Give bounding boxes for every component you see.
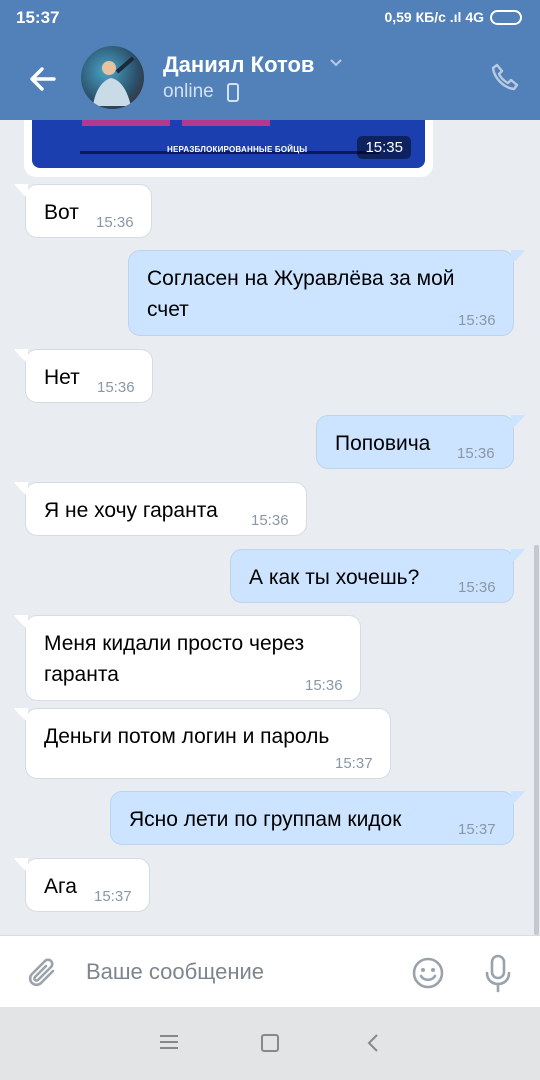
message-time: 15:36 — [96, 214, 134, 231]
home-icon[interactable] — [261, 1034, 279, 1052]
composer: Ваше сообщение — [0, 935, 540, 1007]
avatar[interactable] — [81, 46, 144, 109]
incoming-message[interactable]: Деньги потом логин и пароль 15:37 — [14, 708, 391, 779]
back-icon[interactable] — [366, 1032, 380, 1054]
outgoing-message[interactable]: А как ты хочешь? 15:36 — [230, 549, 525, 603]
message-text: Согласен на Журавлёва за мой — [147, 267, 455, 290]
thumb-tile — [82, 120, 170, 126]
incoming-message[interactable]: Ага 15:37 — [14, 858, 150, 912]
bubble-tail — [511, 791, 525, 805]
battery-icon — [490, 10, 522, 25]
message-time: 15:36 — [251, 512, 289, 529]
message-text: гаранта — [44, 663, 119, 686]
bubble-tail — [14, 349, 28, 363]
system-navbar — [0, 1007, 540, 1080]
scrollbar[interactable] — [534, 545, 539, 935]
message-text: счет — [147, 298, 189, 321]
message-text: Вот — [44, 201, 79, 224]
message-list[interactable]: НЕРАЗБЛОКИРОВАННЫЕ БОЙЦЫ 15:35 Вот 15:36 С… — [0, 120, 540, 935]
contact-status: online — [163, 81, 214, 102]
mobile-phone-icon — [227, 83, 239, 102]
bubble-tail — [511, 549, 525, 563]
microphone-icon[interactable] — [483, 954, 513, 994]
message-text: Я не хочу гаранта — [44, 499, 218, 522]
bubble-tail — [14, 858, 28, 872]
attach-icon[interactable] — [26, 954, 60, 992]
call-icon[interactable] — [490, 62, 520, 92]
contact-name[interactable]: Даниял Котов — [163, 52, 314, 78]
message-time: 15:37 — [94, 888, 132, 905]
outgoing-message[interactable]: Согласен на Журавлёва за мой счет 15:36 — [128, 250, 525, 336]
bubble-tail — [511, 250, 525, 264]
message-time: 15:36 — [97, 379, 135, 396]
bubble-tail — [14, 184, 28, 198]
message-time: 15:36 — [458, 579, 496, 596]
incoming-message[interactable]: Нет 15:36 — [14, 349, 153, 403]
message-text: Деньги потом логин и пароль — [44, 725, 330, 748]
message-time: 15:36 — [305, 677, 343, 694]
message-time: 15:37 — [335, 755, 373, 772]
chat-header: 15:37 0,59 КБ/с .ıl 4G Даниял Котов onli… — [0, 0, 540, 120]
message-text: Ага — [44, 875, 77, 898]
bubble-tail — [14, 708, 28, 722]
status-bar: 15:37 0,59 КБ/с .ıl 4G — [0, 0, 540, 36]
message-time: 15:36 — [458, 312, 496, 329]
message-text: Нет — [44, 366, 80, 389]
outgoing-message[interactable]: Ясно лети по группам кидок 15:37 — [110, 791, 525, 845]
bubble-tail — [14, 615, 28, 629]
incoming-message[interactable]: Меня кидали просто через гаранта 15:36 — [14, 615, 361, 701]
chevron-down-icon[interactable] — [328, 54, 344, 70]
message-text: Ясно лети по группам кидок — [129, 808, 402, 831]
status-time: 15:37 — [16, 8, 60, 27]
outgoing-message[interactable]: Поповича 15:36 — [316, 415, 525, 469]
menu-icon[interactable] — [160, 1034, 178, 1050]
thumb-tile — [182, 120, 270, 126]
message-time: 15:36 — [457, 445, 495, 462]
network-speed: 0,59 КБ/с .ıl 4G — [384, 9, 484, 25]
message-time: 15:35 — [357, 136, 411, 159]
emoji-icon[interactable] — [411, 956, 445, 990]
message-text: А как ты хочешь? — [249, 566, 420, 589]
message-text: Поповича — [335, 432, 431, 455]
message-text: Меня кидали просто через — [44, 632, 305, 655]
image-attachment[interactable]: НЕРАЗБЛОКИРОВАННЫЕ БОЙЦЫ 15:35 — [32, 120, 425, 168]
image-caption: НЕРАЗБЛОКИРОВАННЫЕ БОЙЦЫ — [167, 145, 308, 154]
incoming-message[interactable]: Я не хочу гаранта 15:36 — [14, 482, 307, 536]
bubble-tail — [14, 482, 28, 496]
incoming-message[interactable]: Вот 15:36 — [14, 184, 152, 238]
image-message[interactable]: НЕРАЗБЛОКИРОВАННЫЕ БОЙЦЫ 15:35 — [24, 120, 433, 177]
back-arrow-icon[interactable] — [26, 62, 60, 96]
message-time: 15:37 — [458, 821, 496, 838]
bubble-tail — [511, 415, 525, 429]
message-input[interactable]: Ваше сообщение — [86, 956, 386, 988]
